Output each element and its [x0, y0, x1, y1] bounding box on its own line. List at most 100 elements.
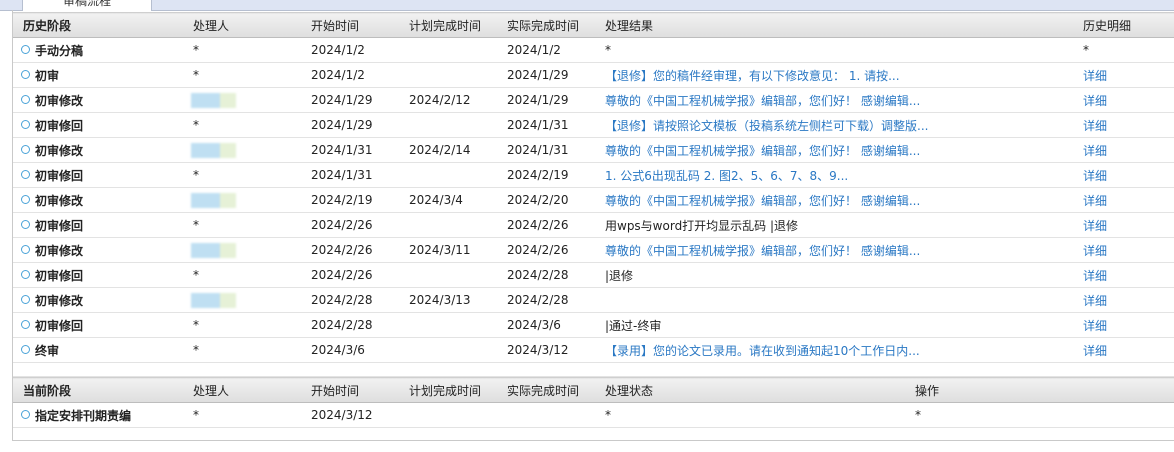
result-link[interactable]: 尊敬的《中国工程机械学报》编辑部，您们好！ 感谢编辑... — [595, 137, 1073, 163]
redacted-handler — [191, 142, 236, 158]
stage-cell: 手动分稿 — [13, 37, 183, 63]
detail-link[interactable]: 详细 — [1073, 87, 1174, 113]
start-time-cell: 2024/1/29 — [301, 87, 399, 113]
start-time-cell: 2024/2/19 — [301, 187, 399, 213]
bullet-icon — [21, 44, 30, 54]
stage-name: 初审修回 — [35, 168, 84, 183]
col-header-result: 处理结果 — [595, 12, 1073, 38]
stage-cell: 初审修改 — [13, 137, 183, 163]
table-spacer — [13, 362, 1174, 377]
bullet-icon — [21, 69, 30, 79]
result-link[interactable]: 1. 公式6出现乱码 2. 图2、5、6、7、8、9... — [595, 162, 1073, 188]
stage-name: 手动分稿 — [35, 43, 84, 58]
start-time-cell: 2024/3/12 — [301, 402, 399, 428]
result-link[interactable]: 【退修】请按照论文模板（投稿系统左侧栏可下载）调整版... — [595, 112, 1073, 138]
redacted-handler — [191, 92, 236, 108]
table-row: 初审 * 2024/1/2 2024/1/29 【退修】您的稿件经审理，有以下修改意见：… — [13, 62, 1174, 88]
stage-cell: 初审修改 — [13, 287, 183, 313]
stage-cell: 初审 — [13, 62, 183, 88]
start-time-cell: 2024/2/26 — [301, 262, 399, 288]
result-link[interactable]: 尊敬的《中国工程机械学报》编辑部，您们好！ 感谢编辑... — [595, 87, 1073, 113]
planned-time-cell — [399, 402, 497, 428]
stage-name: 终审 — [35, 343, 60, 358]
start-time-cell: 2024/1/29 — [301, 112, 399, 138]
stage-cell: 初审修改 — [13, 187, 183, 213]
stage-cell: 初审修回 — [13, 312, 183, 338]
col-header-handler: 处理人 — [183, 12, 301, 38]
actual-time-cell: 2024/3/6 — [497, 312, 595, 338]
result-link[interactable]: 尊敬的《中国工程机械学报》编辑部，您们好！ 感谢编辑... — [595, 187, 1073, 213]
stage-cell: 初审修回 — [13, 112, 183, 138]
current-header-row: 当前阶段 处理人 开始时间 计划完成时间 实际完成时间 处理状态 操作 — [13, 377, 1174, 403]
handler-cell: * — [183, 262, 301, 288]
start-time-cell: 2024/2/26 — [301, 237, 399, 263]
detail-link[interactable]: 详细 — [1073, 337, 1174, 363]
handler-cell: * — [183, 312, 301, 338]
handler-cell: * — [183, 337, 301, 363]
col-header-history-detail: 历史明细 — [1073, 12, 1174, 38]
detail-link[interactable]: 详细 — [1073, 162, 1174, 188]
table-row: 手动分稿 * 2024/1/2 2024/1/2 * * — [13, 37, 1174, 63]
result-link[interactable]: 【退修】您的稿件经审理，有以下修改意见： 1. 请按... — [595, 62, 1073, 88]
start-time-cell: 2024/1/31 — [301, 137, 399, 163]
stage-cell: 终审 — [13, 337, 183, 363]
actual-time-cell: 2024/1/2 — [497, 37, 595, 63]
actual-time-cell: 2024/2/26 — [497, 237, 595, 263]
handler-cell — [183, 87, 301, 113]
bullet-icon — [21, 144, 30, 154]
result-cell: * — [595, 37, 1073, 63]
handler-text: * — [193, 168, 199, 182]
planned-time-cell — [399, 262, 497, 288]
detail-link[interactable]: 详细 — [1073, 262, 1174, 288]
table-row: 初审修改 2024/2/28 2024/3/13 2024/2/28 详细 — [13, 287, 1174, 313]
detail-cell: * — [1073, 37, 1174, 63]
col-header-operation: 操作 — [905, 377, 1174, 403]
handler-text: * — [193, 68, 199, 82]
planned-time-cell — [399, 337, 497, 363]
detail-link[interactable]: 详细 — [1073, 62, 1174, 88]
table-row: 初审修改 2024/1/31 2024/2/14 2024/1/31 尊敬的《中国工程机… — [13, 137, 1174, 163]
planned-time-cell: 2024/2/14 — [399, 137, 497, 163]
detail-link[interactable]: 详细 — [1073, 112, 1174, 138]
table-row: 初审修改 2024/1/29 2024/2/12 2024/1/29 尊敬的《中国工程机… — [13, 87, 1174, 113]
stage-name: 指定安排刊期责编 — [35, 408, 132, 423]
handler-cell: * — [183, 402, 301, 428]
col-header-status: 处理状态 — [595, 377, 905, 403]
planned-time-cell: 2024/3/13 — [399, 287, 497, 313]
stage-name: 初审修回 — [35, 118, 84, 133]
actual-time-cell: 2024/2/28 — [497, 262, 595, 288]
table-row: 初审修改 2024/2/26 2024/3/11 2024/2/26 尊敬的《中国工程机… — [13, 237, 1174, 263]
detail-link[interactable]: 详细 — [1073, 187, 1174, 213]
planned-time-cell: 2024/3/11 — [399, 237, 497, 263]
table-row: 初审修回 * 2024/1/29 2024/1/31 【退修】请按照论文模板（投稿系统左… — [13, 112, 1174, 138]
col-header-start-time: 开始时间 — [301, 12, 399, 38]
bullet-icon — [21, 219, 30, 229]
actual-time-cell: 2024/1/31 — [497, 137, 595, 163]
actual-time-cell: 2024/2/19 — [497, 162, 595, 188]
detail-link[interactable]: 详细 — [1073, 137, 1174, 163]
table-row: 指定安排刊期责编 * 2024/3/12 * * — [13, 402, 1174, 428]
table-row: 初审修回 * 2024/2/28 2024/3/6 |通过-终审 详细 — [13, 312, 1174, 338]
handler-cell — [183, 187, 301, 213]
redacted-handler — [191, 292, 236, 308]
col-header-planned-time: 计划完成时间 — [399, 12, 497, 38]
handler-text: * — [193, 43, 199, 57]
handler-text: * — [193, 118, 199, 132]
planned-time-cell — [399, 37, 497, 63]
bullet-icon — [21, 244, 30, 254]
col-header-handler: 处理人 — [183, 377, 301, 403]
result-link[interactable]: 【录用】您的论文已录用。请在收到通知起10个工作日内... — [595, 337, 1073, 363]
detail-link[interactable]: 详细 — [1073, 312, 1174, 338]
redacted-handler — [191, 192, 236, 208]
planned-time-cell — [399, 62, 497, 88]
actual-time-cell: 2024/1/29 — [497, 87, 595, 113]
detail-link[interactable]: 详细 — [1073, 287, 1174, 313]
detail-link[interactable]: 详细 — [1073, 212, 1174, 238]
stage-name: 初审修改 — [35, 143, 84, 158]
table-row: 初审修改 2024/2/19 2024/3/4 2024/2/20 尊敬的《中国工程机械… — [13, 187, 1174, 213]
handler-cell: * — [183, 37, 301, 63]
history-header-row: 历史阶段 处理人 开始时间 计划完成时间 实际完成时间 处理结果 历史明细 — [13, 12, 1174, 38]
detail-link[interactable]: 详细 — [1073, 237, 1174, 263]
start-time-cell: 2024/1/31 — [301, 162, 399, 188]
result-link[interactable]: 尊敬的《中国工程机械学报》编辑部，您们好！ 感谢编辑... — [595, 237, 1073, 263]
